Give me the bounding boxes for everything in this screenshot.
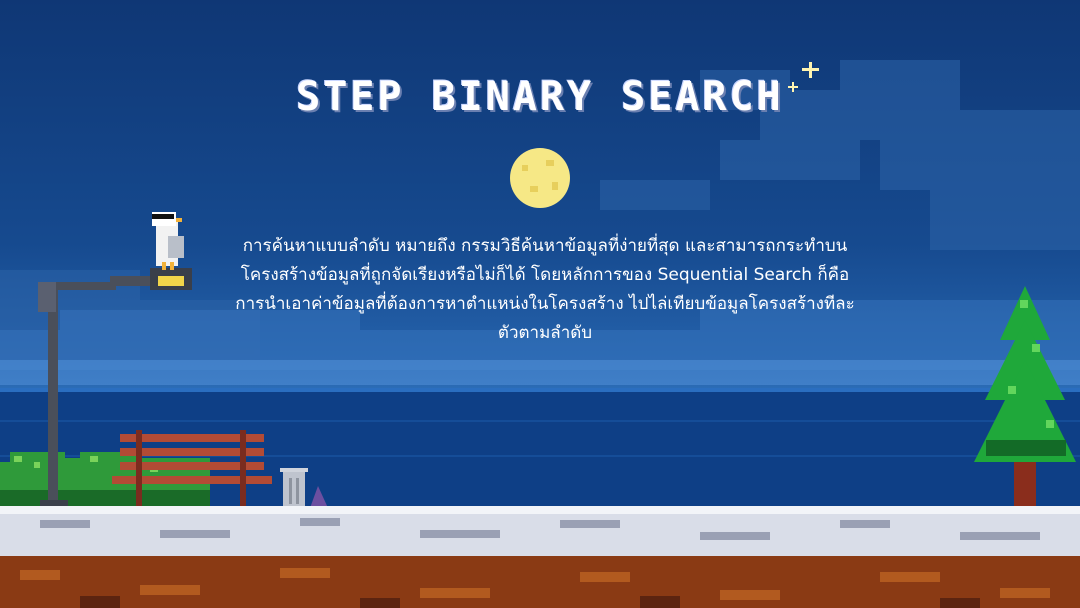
ground — [0, 506, 1080, 608]
slide-canvas: STEP BINARY SEARCH การค้นหาแบบลำดับ หมาย… — [0, 0, 1080, 608]
